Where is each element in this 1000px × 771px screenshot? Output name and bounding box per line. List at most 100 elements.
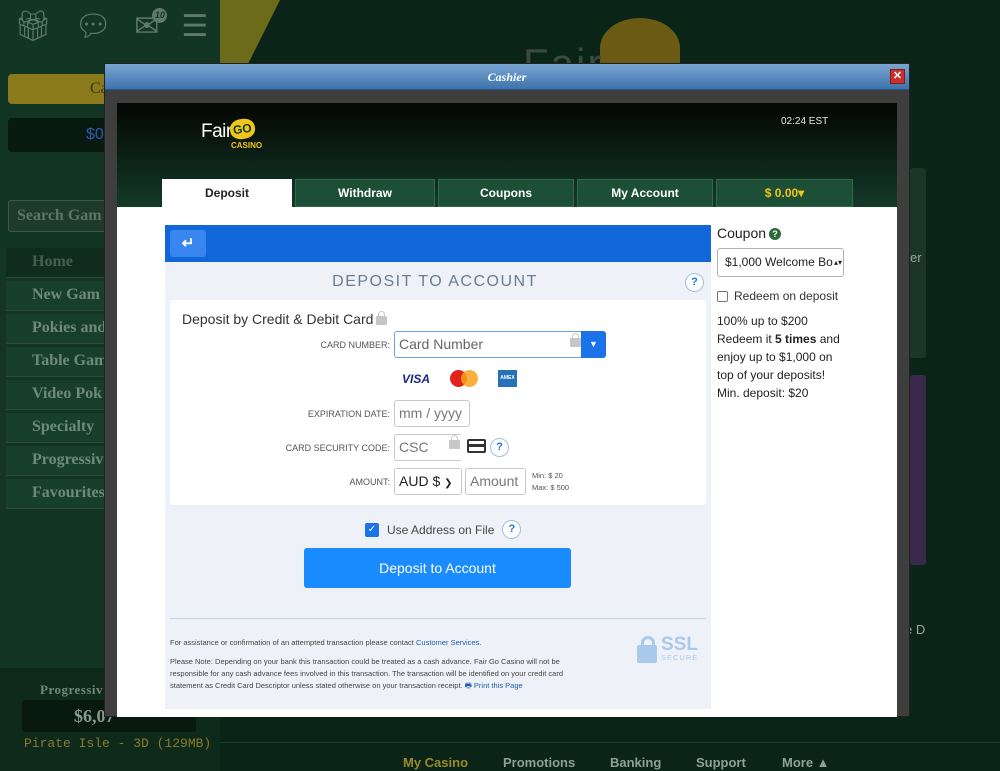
- card-number-label: CARD NUMBER:: [320, 340, 390, 350]
- footer-my-casino[interactable]: My Casino: [403, 755, 468, 770]
- checkbox-checked[interactable]: ✓: [365, 522, 379, 537]
- chevron-down-icon: ▾: [798, 186, 805, 200]
- tab-balance[interactable]: $ 0.00▾: [716, 179, 853, 207]
- max-amount: Max: $ 500: [532, 483, 570, 492]
- help-icon[interactable]: ?: [502, 520, 522, 539]
- game-tile[interactable]: [910, 375, 926, 565]
- lock-icon: [376, 311, 388, 325]
- logo-text: Fair: [201, 121, 232, 142]
- gift-icon[interactable]: 🎁︎: [14, 10, 52, 44]
- card-select-dropdown[interactable]: ▼: [581, 331, 606, 358]
- progressive-game[interactable]: Pirate Isle - 3D (129MB): [24, 736, 211, 751]
- customer-services-link[interactable]: Customer Services.: [416, 638, 481, 647]
- expiration-input[interactable]: mm / yyyy: [394, 400, 470, 427]
- chevron-updown-icon: ▴▾: [833, 249, 843, 276]
- top-icons: 🎁︎ 💬︎ ✉ 10 ☰: [14, 8, 208, 44]
- logo-sub: CASINO: [231, 141, 263, 150]
- deposit-button[interactable]: Deposit to Account: [304, 548, 571, 588]
- desc-text: and: [816, 332, 840, 346]
- card-form: Deposit by Credit & Debit Card CARD NUMB…: [170, 300, 706, 505]
- coupon-title-text: Coupon: [717, 225, 767, 241]
- cashier-window: Cashier ✕ FairGO CASINO 02:24 EST Deposi…: [104, 63, 910, 717]
- currency-value: AUD $: [399, 473, 441, 489]
- logo-badge: GO: [228, 117, 256, 141]
- help-icon[interactable]: ?: [490, 438, 509, 457]
- ssl-text: SSL: [661, 634, 698, 655]
- tab-withdraw[interactable]: Withdraw: [295, 179, 435, 207]
- divider: [170, 618, 706, 619]
- tab-coupons[interactable]: Coupons: [438, 179, 574, 207]
- amount-limits: Min: $ 20 Max: $ 500: [532, 470, 569, 494]
- menu-icon[interactable]: ☰: [181, 10, 208, 44]
- window-titlebar[interactable]: Cashier ✕: [105, 64, 909, 90]
- min-amount: Min: $ 20: [532, 471, 563, 480]
- help-icon[interactable]: ?: [769, 228, 782, 240]
- coupon-title: Coupon?: [717, 225, 887, 241]
- print-link[interactable]: 🖶︎ Print this Page: [465, 681, 523, 690]
- ssl-text-block: SSL SECURE: [661, 634, 699, 662]
- site-footer: My Casino Promotions Banking Support Mor…: [220, 742, 1000, 771]
- lock-icon: [637, 636, 657, 663]
- currency-select[interactable]: AUD $ ❯: [394, 468, 462, 495]
- lock-icon: [449, 435, 460, 449]
- deposit-panel: ↵ DEPOSIT TO ACCOUNT ? Deposit by Credit…: [165, 225, 711, 709]
- coupon-panel: Coupon? $1,000 Welcome Bonus ▴▾ Redeem o…: [717, 225, 887, 402]
- chat-icon[interactable]: 💬︎: [74, 10, 112, 44]
- checkbox[interactable]: [717, 290, 728, 302]
- mail-icon[interactable]: ✉ 10: [134, 8, 168, 44]
- footer-banking[interactable]: Banking: [610, 755, 661, 770]
- csc-label: CARD SECURITY CODE:: [285, 443, 390, 453]
- print-link-text: Print this Page: [473, 681, 523, 690]
- amount-label: AMOUNT:: [349, 477, 391, 487]
- mastercard-logo: [450, 370, 479, 387]
- assistance-note: For assistance or confirmation of an att…: [170, 637, 481, 649]
- footer-more[interactable]: More ▲: [782, 755, 830, 770]
- card-number-input[interactable]: Card Number: [394, 331, 581, 358]
- clock: 02:24 EST: [781, 116, 829, 127]
- cash-advance-note: Please Note: Depending on your bank this…: [170, 656, 640, 692]
- visa-logo: VISA: [402, 371, 431, 386]
- method-title: Deposit by Credit & Debit Card: [182, 311, 388, 327]
- use-address-label: Use Address on File: [387, 522, 495, 537]
- method-title-text: Deposit by Credit & Debit Card: [182, 311, 374, 327]
- note-line-text: statement as Credit Card Descriptor unle…: [170, 681, 463, 690]
- redeem-option[interactable]: Redeem on deposit: [717, 289, 887, 303]
- amount-input[interactable]: Amount: [465, 468, 526, 495]
- help-icon[interactable]: ?: [685, 273, 704, 292]
- chevron-down-icon: ❯: [444, 478, 453, 489]
- credit-card-icon: [467, 439, 486, 453]
- cashier-header: FairGO CASINO 02:24 EST Deposit Withdraw…: [117, 103, 897, 207]
- desc-line: top of your deposits!: [717, 368, 826, 382]
- redeem-label: Redeem on deposit: [734, 289, 839, 303]
- desc-line: 100% up to $200: [717, 314, 808, 328]
- tab-deposit[interactable]: Deposit: [162, 179, 292, 207]
- panel-header-bar: ↵: [165, 225, 711, 262]
- coupon-select[interactable]: $1,000 Welcome Bonus ▴▾: [717, 248, 844, 277]
- note-line: Please Note: Depending on your bank this…: [170, 657, 560, 666]
- window-title: Cashier: [487, 70, 527, 84]
- coupon-selected: $1,000 Welcome Bonus: [725, 255, 844, 269]
- tab-my-account[interactable]: My Account: [577, 179, 713, 207]
- card-logos: VISA AMEX: [402, 370, 518, 387]
- desc-line: Redeem it 5 times and: [717, 330, 887, 348]
- assistance-text: For assistance or confirmation of an att…: [170, 638, 414, 647]
- desc-bold: 5 times: [775, 332, 817, 346]
- footer-promotions[interactable]: Promotions: [503, 755, 575, 770]
- balance-value: $ 0.00: [764, 186, 799, 200]
- note-line: statement as Credit Card Descriptor unle…: [170, 680, 640, 692]
- lock-icon: [570, 333, 581, 347]
- game-tile-label: er: [910, 250, 922, 265]
- footer-support[interactable]: Support: [696, 755, 746, 770]
- cashier-content: FairGO CASINO 02:24 EST Deposit Withdraw…: [117, 103, 897, 717]
- back-button[interactable]: ↵: [170, 230, 206, 257]
- close-button[interactable]: ✕: [890, 69, 905, 84]
- casino-logo: FairGO CASINO: [201, 117, 262, 150]
- desc-line: Min. deposit: $20: [717, 386, 809, 400]
- use-address-option[interactable]: ✓ Use Address on File ?: [365, 520, 522, 539]
- desc-text: Redeem it: [717, 332, 776, 346]
- amex-logo: AMEX: [498, 370, 518, 387]
- ssl-badge: SSL SECURE: [637, 635, 698, 663]
- expiration-label: EXPIRATION DATE:: [307, 409, 390, 419]
- deposit-title: DEPOSIT TO ACCOUNT: [332, 273, 538, 290]
- ssl-sub: SECURE: [661, 653, 699, 662]
